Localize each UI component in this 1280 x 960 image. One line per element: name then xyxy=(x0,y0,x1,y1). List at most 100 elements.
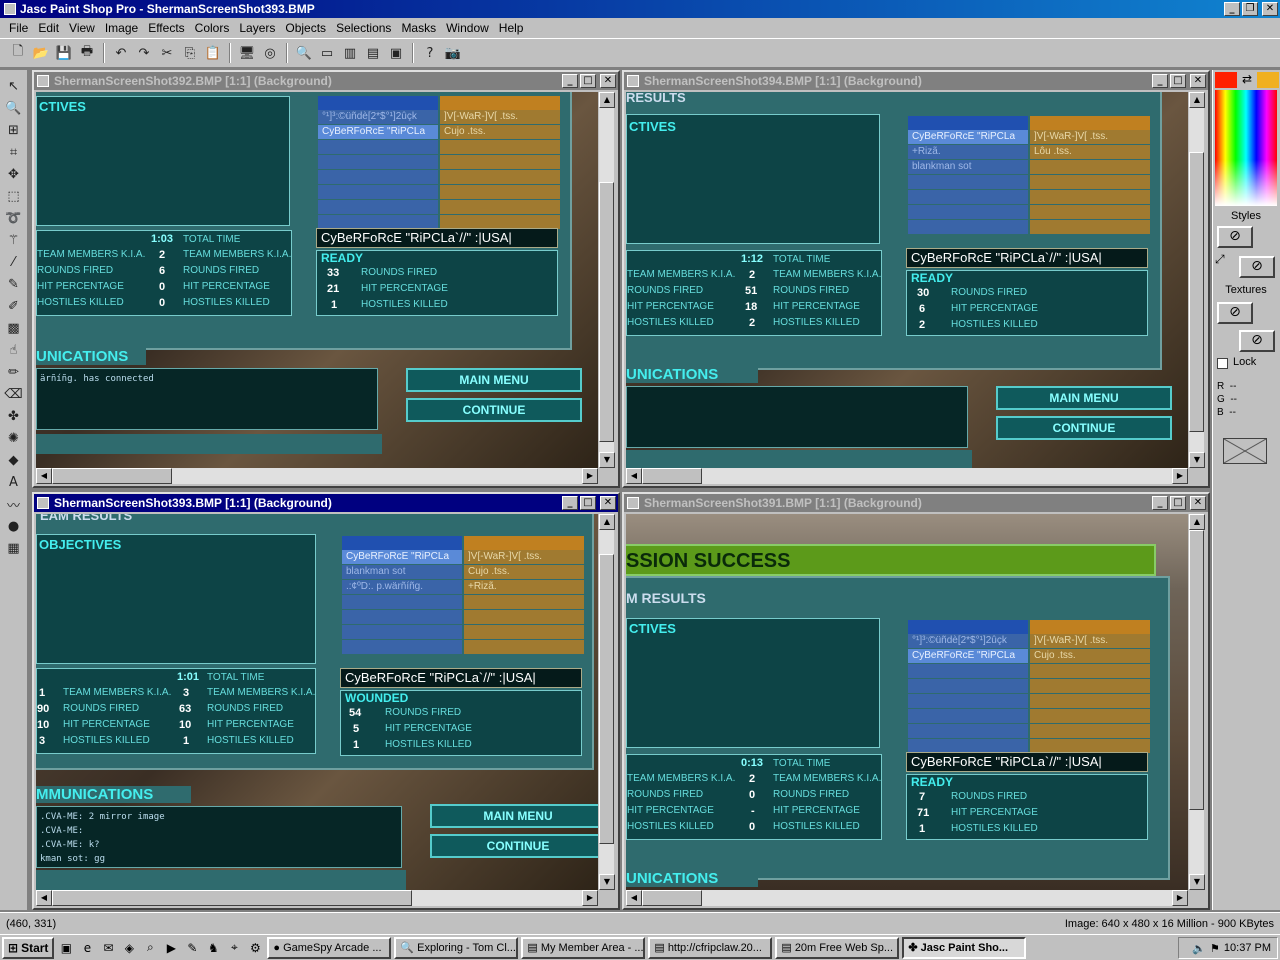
network-icon[interactable]: ⚙ xyxy=(246,939,264,957)
ie-icon[interactable]: e xyxy=(78,939,96,957)
start-button[interactable]: ⊞ Start xyxy=(2,936,55,959)
vertical-scrollbar[interactable]: ▲ ▼ xyxy=(598,514,615,890)
main-menu-button[interactable]: MAIN MENU xyxy=(406,368,582,392)
scroll-down-arrow[interactable]: ▼ xyxy=(599,874,615,890)
close-button[interactable]: ✕ xyxy=(1190,496,1206,510)
window-titlebar[interactable]: ShermanScreenShot391.BMP [1:1] (Backgrou… xyxy=(624,494,1208,512)
game-icon[interactable]: ♞ xyxy=(204,939,222,957)
histogram-icon[interactable]: ▥ xyxy=(340,43,360,63)
text-tool-icon[interactable]: A xyxy=(4,472,24,492)
scroll-right-arrow[interactable]: ▶ xyxy=(1172,468,1188,484)
no-color-swatch[interactable] xyxy=(1223,438,1267,464)
draw-tool-icon[interactable]: 〰 xyxy=(4,494,24,514)
foreground-color-swatch[interactable] xyxy=(1215,72,1237,88)
camera-icon[interactable]: 📷 xyxy=(443,43,463,63)
scroll-right-arrow[interactable]: ▶ xyxy=(582,890,598,906)
texture-null-icon[interactable]: ⊘ xyxy=(1239,330,1275,352)
clone-brush-icon[interactable]: ✐ xyxy=(4,296,24,316)
paste-icon[interactable]: 📋 xyxy=(203,43,223,63)
copy-icon[interactable]: ⎘ xyxy=(180,43,200,63)
scroll-thumb[interactable] xyxy=(1189,152,1204,432)
app-icon[interactable]: ◈ xyxy=(120,939,138,957)
scroll-left-arrow[interactable]: ◀ xyxy=(36,890,52,906)
texture-null-icon[interactable]: ⊘ xyxy=(1217,302,1253,324)
airbrush-icon[interactable]: ✺ xyxy=(4,428,24,448)
menu-layers[interactable]: Layers xyxy=(234,21,280,35)
paintbrush-icon[interactable]: ✎ xyxy=(4,274,24,294)
save-icon[interactable]: 💾 xyxy=(54,43,74,63)
task-member-area[interactable]: ▤ My Member Area - ... xyxy=(521,936,646,959)
menu-edit[interactable]: Edit xyxy=(33,21,64,35)
volume-icon[interactable]: 🔈 xyxy=(1192,942,1206,955)
task-gamespy[interactable]: ● GameSpy Arcade ... xyxy=(267,936,392,959)
window-titlebar[interactable]: ShermanScreenShot393.BMP [1:1] (Backgrou… xyxy=(34,494,618,512)
help-icon[interactable]: ? xyxy=(420,43,440,63)
image-canvas[interactable]: CTIVES °¹]³:©üñdè[2*$°¹]2ûçk CyBeRFoRcE … xyxy=(36,92,598,468)
minimize-button[interactable]: _ xyxy=(562,496,578,510)
scroll-right-arrow[interactable]: ▶ xyxy=(1172,890,1188,906)
horizontal-scrollbar[interactable]: ◀ ▶ xyxy=(626,468,1188,484)
close-button[interactable]: ✕ xyxy=(1190,74,1206,88)
dropper-icon[interactable]: ⁄ xyxy=(4,252,24,272)
menu-objects[interactable]: Objects xyxy=(280,21,331,35)
color-replacer-icon[interactable]: ▩ xyxy=(4,318,24,338)
horizontal-scrollbar[interactable]: ◀ ▶ xyxy=(626,890,1188,906)
media-icon[interactable]: ▶ xyxy=(162,939,180,957)
scroll-down-arrow[interactable]: ▼ xyxy=(1189,452,1205,468)
scratch-remover-icon[interactable]: ✏ xyxy=(4,362,24,382)
menu-view[interactable]: View xyxy=(64,21,100,35)
maximize-button[interactable]: □ xyxy=(580,74,596,88)
image-window-394[interactable]: ShermanScreenShot394.BMP [1:1] (Backgrou… xyxy=(622,70,1210,488)
window-titlebar[interactable]: ShermanScreenShot392.BMP [1:1] (Backgrou… xyxy=(34,72,618,90)
scroll-thumb[interactable] xyxy=(599,554,614,844)
menu-image[interactable]: Image xyxy=(100,21,143,35)
redo-icon[interactable]: ↷ xyxy=(134,43,154,63)
selection-tool-icon[interactable]: ⬚ xyxy=(4,186,24,206)
crop-tool-icon[interactable]: ⌗ xyxy=(4,142,24,162)
close-button[interactable]: ✕ xyxy=(600,74,616,88)
main-menu-button[interactable]: MAIN MENU xyxy=(430,804,598,828)
scroll-up-arrow[interactable]: ▲ xyxy=(599,92,615,108)
picture-tube-icon[interactable]: ✤ xyxy=(4,406,24,426)
browse-icon[interactable]: 🖥 xyxy=(237,43,257,63)
scroll-right-arrow[interactable]: ▶ xyxy=(582,468,598,484)
image-canvas[interactable]: EAM RESULTS OBJECTIVES CyBeRFoRcE "RiPCL… xyxy=(36,514,598,890)
menu-colors[interactable]: Colors xyxy=(190,21,235,35)
scroll-up-arrow[interactable]: ▲ xyxy=(1189,514,1205,530)
vertical-scrollbar[interactable]: ▲ ▼ xyxy=(1188,92,1205,468)
continue-button[interactable]: CONTINUE xyxy=(996,416,1172,440)
minimize-button[interactable]: _ xyxy=(562,74,578,88)
cut-icon[interactable]: ✂ xyxy=(157,43,177,63)
task-free-web[interactable]: ▤ 20m Free Web Sp... xyxy=(775,936,900,959)
object-selector-icon[interactable]: ▦ xyxy=(4,538,24,558)
image-canvas[interactable]: SSION SUCCESS M RESULTS CTIVES °¹]³:©üñd… xyxy=(626,514,1188,890)
print-icon[interactable]: 🖶 xyxy=(77,43,97,63)
eraser-icon[interactable]: ⌫ xyxy=(4,384,24,404)
menu-window[interactable]: Window xyxy=(441,21,494,35)
flood-fill-icon[interactable]: ◆ xyxy=(4,450,24,470)
move-tool-icon[interactable]: ✥ xyxy=(4,164,24,184)
close-button[interactable]: ✕ xyxy=(600,496,616,510)
background-color-swatch[interactable] xyxy=(1257,72,1279,88)
scroll-thumb[interactable] xyxy=(52,890,412,906)
image-canvas[interactable]: RESULTS CTIVES CyBeRFoRcE "RiPCLa +Rizã.… xyxy=(626,92,1188,468)
minimize-button[interactable]: _ xyxy=(1152,74,1168,88)
window-titlebar[interactable]: ShermanScreenShot394.BMP [1:1] (Backgrou… xyxy=(624,72,1208,90)
image-window-393[interactable]: ShermanScreenShot393.BMP [1:1] (Backgrou… xyxy=(32,492,620,910)
continue-button[interactable]: CONTINUE xyxy=(406,398,582,422)
zoom-icon[interactable]: 🔍 xyxy=(294,43,314,63)
task-paintshop[interactable]: ✤ Jasc Paint Sho... xyxy=(902,936,1027,959)
undo-icon[interactable]: ↶ xyxy=(111,43,131,63)
overview-icon[interactable]: ▣ xyxy=(386,43,406,63)
vertical-scrollbar[interactable]: ▲ ▼ xyxy=(1188,514,1205,890)
scroll-thumb[interactable] xyxy=(599,182,614,442)
swap-colors-icon[interactable]: ⇄ xyxy=(1239,72,1255,88)
menu-help[interactable]: Help xyxy=(494,21,529,35)
style-null-icon[interactable]: ⊘ xyxy=(1239,256,1275,278)
scroll-up-arrow[interactable]: ▲ xyxy=(599,514,615,530)
scroll-left-arrow[interactable]: ◀ xyxy=(626,890,642,906)
color-picker-area[interactable] xyxy=(1215,90,1277,206)
image-window-391[interactable]: ShermanScreenShot391.BMP [1:1] (Backgrou… xyxy=(622,492,1210,910)
arrow-tool-icon[interactable]: ↖ xyxy=(4,76,24,96)
style-null-icon[interactable]: ⊘ xyxy=(1217,226,1253,248)
